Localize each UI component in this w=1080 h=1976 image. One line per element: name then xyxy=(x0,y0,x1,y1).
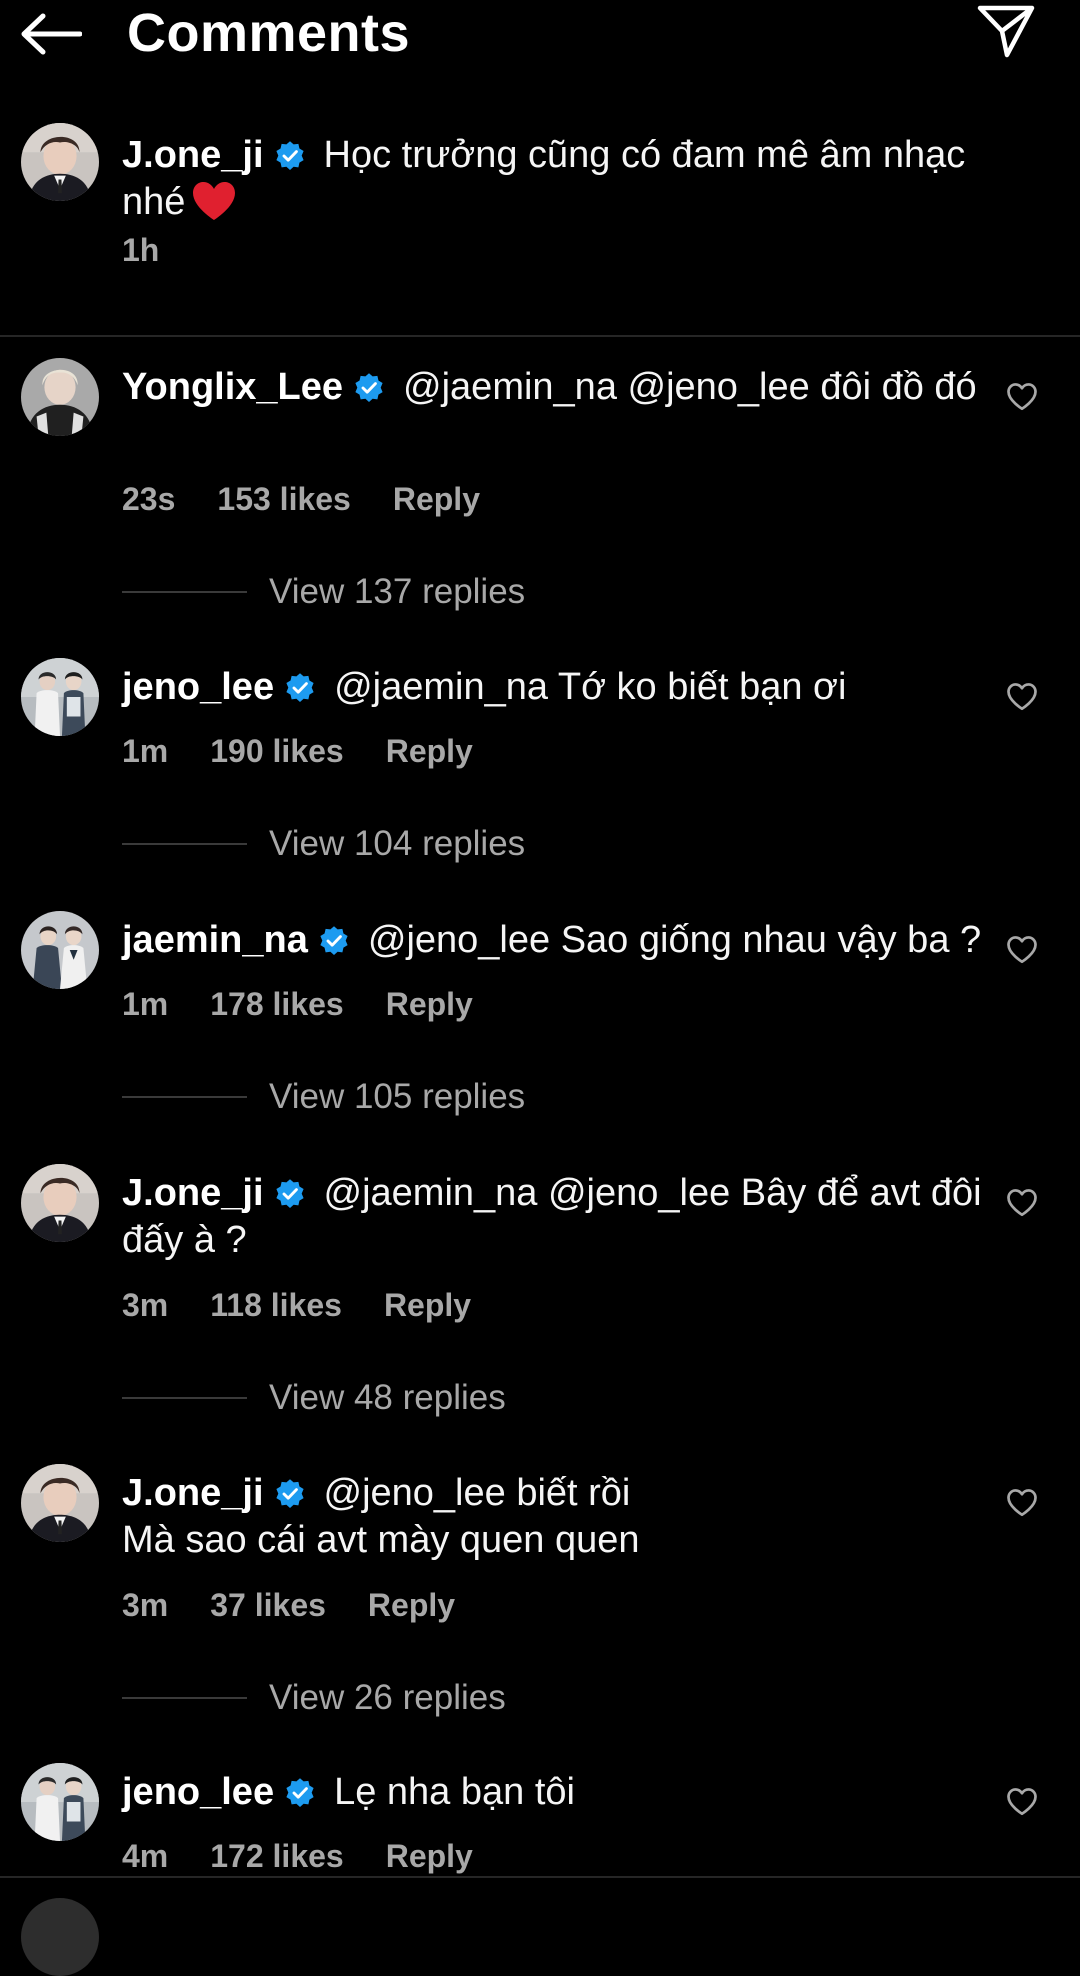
caption-time: 1h xyxy=(122,232,160,268)
comment-body: Lẹ nha bạn tôi xyxy=(334,1771,575,1813)
comment-time: 1m xyxy=(122,733,169,769)
divider-line xyxy=(122,1397,247,1399)
comment-meta: 3m 118 likes Reply xyxy=(122,1285,471,1325)
comment-time: 3m xyxy=(122,1287,169,1323)
view-replies-button[interactable]: View 48 replies xyxy=(122,1376,506,1420)
heart-outline-icon xyxy=(1004,678,1040,714)
comment-body: @jaemin_na @jeno_lee đôi đồ đó xyxy=(403,366,977,408)
view-replies-button[interactable]: View 26 replies xyxy=(122,1676,506,1720)
avatar xyxy=(21,1898,99,1976)
heart-outline-icon xyxy=(1004,1184,1040,1220)
comment-text: Yonglix_Lee @jaemin_na @jeno_lee đôi đồ đ… xyxy=(122,364,992,411)
view-replies-button[interactable]: View 137 replies xyxy=(122,570,525,614)
view-replies-label: View 26 replies xyxy=(269,1678,506,1717)
view-replies-button[interactable]: View 104 replies xyxy=(122,822,525,866)
divider-line xyxy=(122,1697,247,1699)
avatar[interactable] xyxy=(21,1164,99,1242)
divider-line xyxy=(122,591,247,593)
likes-count[interactable]: 172 likes xyxy=(210,1836,343,1876)
like-button[interactable] xyxy=(1000,1480,1044,1524)
avatar[interactable] xyxy=(21,1763,99,1841)
comment-meta: 1m 190 likes Reply xyxy=(122,731,473,771)
heart-outline-icon xyxy=(1004,931,1040,967)
view-replies-label: View 137 replies xyxy=(269,572,526,611)
divider xyxy=(0,335,1080,337)
comment-username[interactable]: J.one_ji xyxy=(122,1172,264,1214)
divider-line xyxy=(122,1096,247,1098)
comment-username[interactable]: jeno_lee xyxy=(122,666,274,708)
like-button[interactable] xyxy=(1000,927,1044,971)
likes-count[interactable]: 37 likes xyxy=(210,1585,326,1625)
comment-text: jeno_lee @jaemin_na Tớ ko biết bạn ơi xyxy=(122,664,992,711)
likes-count[interactable]: 178 likes xyxy=(210,984,343,1024)
back-arrow-icon xyxy=(21,13,82,55)
verified-badge-icon xyxy=(353,372,385,404)
comment-meta: 4m 172 likes Reply xyxy=(122,1836,473,1876)
comment-body: @jaemin_na Tớ ko biết bạn ơi xyxy=(334,666,847,708)
heart-emoji-icon xyxy=(193,182,236,220)
comment-text: J.one_ji @jaemin_na @jeno_lee Bây để avt … xyxy=(122,1170,992,1264)
view-replies-label: View 104 replies xyxy=(269,824,526,863)
reply-button[interactable]: Reply xyxy=(393,479,480,519)
comment-username[interactable]: Yonglix_Lee xyxy=(122,366,343,408)
reply-button[interactable]: Reply xyxy=(384,1285,471,1325)
send-icon xyxy=(977,5,1035,58)
page-title: Comments xyxy=(127,3,411,63)
view-replies-label: View 48 replies xyxy=(269,1378,506,1417)
verified-badge-icon xyxy=(274,1178,306,1210)
divider xyxy=(0,1876,1080,1878)
caption-text: J.one_ji Học trưởng cũng có đam mê âm nhạ… xyxy=(122,132,992,226)
reply-button[interactable]: Reply xyxy=(386,1836,473,1876)
heart-outline-icon xyxy=(1004,378,1040,414)
like-button[interactable] xyxy=(1000,674,1044,718)
reply-button[interactable]: Reply xyxy=(368,1585,455,1625)
verified-badge-icon xyxy=(274,1478,306,1510)
like-button[interactable] xyxy=(1000,1779,1044,1823)
comment-time: 4m xyxy=(122,1838,169,1874)
verified-badge-icon xyxy=(284,672,316,704)
heart-outline-icon xyxy=(1004,1783,1040,1819)
divider-line xyxy=(122,843,247,845)
like-button[interactable] xyxy=(1000,374,1044,418)
avatar[interactable] xyxy=(21,658,99,736)
likes-count[interactable]: 190 likes xyxy=(210,731,343,771)
likes-count[interactable]: 118 likes xyxy=(210,1285,342,1325)
avatar[interactable] xyxy=(21,358,99,436)
comment-time: 3m xyxy=(122,1587,169,1623)
comment-time: 23s xyxy=(122,481,176,517)
comment-username[interactable]: J.one_ji xyxy=(122,1472,264,1514)
comment-body: @jeno_lee Sao giống nhau vậy ba ? xyxy=(367,919,982,961)
send-button[interactable] xyxy=(970,0,1042,62)
view-replies-button[interactable]: View 105 replies xyxy=(122,1075,525,1119)
comment-text: J.one_ji @jeno_lee biết rồi Mà sao cái avt… xyxy=(122,1470,992,1564)
verified-badge-icon xyxy=(274,140,306,172)
comment-text: jaemin_na @jeno_lee Sao giống nhau vậy ba… xyxy=(122,917,992,964)
comment-body: @jeno_lee biết rồi xyxy=(323,1472,631,1514)
reply-button[interactable]: Reply xyxy=(386,984,473,1024)
verified-badge-icon xyxy=(318,925,350,957)
likes-count[interactable]: 153 likes xyxy=(217,479,350,519)
caption-meta: 1h xyxy=(122,230,159,270)
comment-text: jeno_lee Lẹ nha bạn tôi xyxy=(122,1769,992,1816)
header: Comments xyxy=(0,0,1080,70)
comment-meta: 23s 153 likes Reply xyxy=(122,479,480,519)
view-replies-label: View 105 replies xyxy=(269,1077,526,1116)
reply-button[interactable]: Reply xyxy=(386,731,473,771)
avatar[interactable] xyxy=(21,1464,99,1542)
comment-username[interactable]: jaemin_na xyxy=(122,919,308,961)
heart-outline-icon xyxy=(1004,1484,1040,1520)
back-button[interactable] xyxy=(16,4,86,64)
comment-username[interactable]: jeno_lee xyxy=(122,1771,274,1813)
verified-badge-icon xyxy=(284,1777,316,1809)
comment-meta: 1m 178 likes Reply xyxy=(122,984,473,1024)
avatar[interactable] xyxy=(21,123,99,201)
caption-username[interactable]: J.one_ji xyxy=(122,134,264,176)
like-button[interactable] xyxy=(1000,1180,1044,1224)
comment-body-line2: Mà sao cái avt mày quen quen xyxy=(122,1519,640,1561)
avatar[interactable] xyxy=(21,911,99,989)
comment-meta: 3m 37 likes Reply xyxy=(122,1585,455,1625)
comment-time: 1m xyxy=(122,986,169,1022)
